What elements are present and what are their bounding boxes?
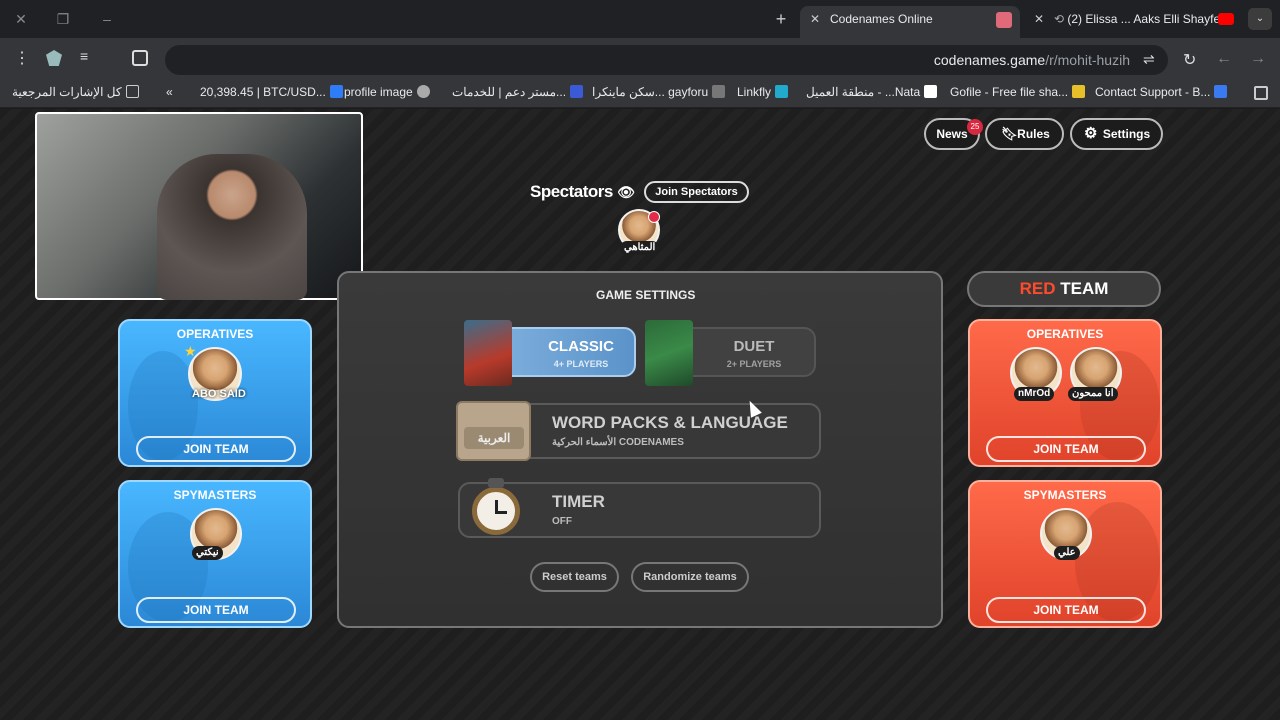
spectator-name: المثاهي [620,241,660,255]
join-blue-spymasters-button[interactable]: JOIN TEAM [136,597,296,623]
player-name: علي [1054,546,1080,560]
folder-icon [125,85,139,98]
card-title: OPERATIVES [176,327,254,341]
mode-players: 4+ PLAYERS [553,359,609,369]
game-settings-title: GAME SETTINGS [596,288,696,302]
bookmark-favicon-icon [712,85,726,98]
rules-button[interactable]: 🔖︎ Rules [985,118,1064,150]
language-flag: العربية [456,401,531,461]
bookmark-favicon-icon [1072,85,1086,98]
bookmarks-overflow-icon[interactable]: « [166,85,173,99]
join-red-operatives-button[interactable]: JOIN TEAM [986,436,1146,462]
red-spymasters-card: SPYMASTERS علي JOIN TEAM [968,480,1162,628]
bookmark-all[interactable]: كل الإشارات المرجعية [12,85,139,99]
join-spectators-button[interactable]: Join Spectators [644,181,749,203]
bookmark-favicon-icon [570,85,584,98]
bookmark-profile[interactable]: profile image [344,85,430,99]
classic-box-image [464,320,512,386]
tab-label: Codenames Online [830,12,933,26]
timer-title: TIMER [552,492,605,511]
bookmark-favicon-icon [329,85,343,98]
timer-value: OFF [552,516,572,527]
close-tab-icon[interactable]: ✕ [1034,6,1044,32]
bookmark-favicon-icon [924,85,938,98]
tab-codenames[interactable]: ✕ Codenames Online [800,6,1020,38]
bookmark-icon: 🔖︎ [1001,126,1018,141]
word-packs-subtitle: الأسماء الحركية CODENAMES [552,437,684,448]
bookmark-client[interactable]: منطقة العميل - ...Nata [806,85,938,99]
blue-operatives-card: OPERATIVES ★ ABO SAID JOIN TEAM [118,319,312,467]
news-badge: 25 [967,119,983,135]
blue-spymasters-card: SPYMASTERS نيكتي JOIN TEAM [118,480,312,628]
mode-name: CLASSIC [548,338,614,355]
player-name: nMrOd [1014,387,1055,401]
spectators-title: Spectators 👁︎ [530,182,635,201]
tab-search-icon[interactable]: ⌄ [1248,8,1272,30]
player-name: نيكتي [192,546,223,560]
mode-name: DUET [733,338,775,355]
browser-tabstrip: ✕ ❐ – + ✕ Codenames Online ✕ ⟲ (2) Eliss… [0,0,1280,38]
apps-grid-icon[interactable] [1254,86,1268,100]
restore-window-icon[interactable]: ❐ [54,10,72,28]
clock-hand [495,511,507,514]
webcam-overlay [35,112,363,300]
tab-label: ⟲ (2) Elissa ... Aaks Elli Shayfen [1054,12,1227,26]
settings-label: Settings [1102,127,1151,141]
eye-icon: 👁︎ [617,184,635,200]
card-title: SPYMASTERS [1023,488,1107,502]
extensions-icon[interactable] [132,50,148,66]
bookmark-favicon-icon [1214,85,1228,98]
player-name: انا ممحون [1068,387,1118,401]
card-title: SPYMASTERS [173,488,257,502]
globe-icon [416,85,430,98]
reset-teams-button[interactable]: Reset teams [530,562,619,592]
red-operatives-card: OPERATIVES nMrOd انا ممحون JOIN TEAM [968,319,1162,467]
gear-icon: ⚙ [1084,125,1098,142]
forward-icon[interactable]: → [1250,50,1266,68]
youtube-icon [1218,13,1234,25]
join-blue-operatives-button[interactable]: JOIN TEAM [136,436,296,462]
site-settings-icon[interactable]: ⇌ [1143,51,1155,68]
back-icon[interactable]: ← [1216,50,1232,68]
randomize-teams-button[interactable]: Randomize teams [631,562,749,592]
team-word: TEAM [1055,279,1109,298]
bookmark-btc[interactable]: 20,398.45 | BTC/USD... [200,85,343,99]
card-title: OPERATIVES [1026,327,1104,341]
minimize-window-icon[interactable]: – [98,10,116,28]
mode-players: 2+ PLAYERS [726,359,782,369]
bookmark-favicon-icon [775,85,789,98]
tab-youtube[interactable]: ✕ ⟲ (2) Elissa ... Aaks Elli Shayfen [1024,6,1244,38]
bookmark-minecraft[interactable]: سكن ماينكرا... gayforu [592,85,726,99]
menu-icon[interactable]: ⋮ [14,48,30,68]
red-word: RED [1019,279,1056,298]
bookmark-linkfly[interactable]: Linkfly [737,85,789,99]
shield-extension-icon[interactable] [46,50,62,66]
streamer-video [157,154,307,300]
close-tab-icon[interactable]: ✕ [810,6,820,32]
duet-box-image [645,320,693,386]
stopwatch-crown [488,478,504,488]
tab-favicon-icon [996,12,1012,28]
star-icon: ★ [184,343,197,359]
join-red-spymasters-button[interactable]: JOIN TEAM [986,597,1146,623]
new-tab-icon[interactable]: + [772,10,790,28]
language-label: العربية [464,427,524,449]
rules-label: Rules [1017,127,1050,141]
bookmark-support[interactable]: مستر دعم | للخدمات... [452,85,584,99]
settings-button[interactable]: ⚙ Settings [1070,118,1163,150]
reading-list-icon[interactable]: ≡ [80,48,88,64]
bookmark-contact[interactable]: Contact Support - B... [1095,85,1228,99]
bookmark-gofile[interactable]: Gofile - Free file sha... [950,85,1086,99]
player-name: ABO SAID [192,388,246,400]
red-team-title: RED TEAM [967,271,1161,307]
stopwatch-icon [472,487,520,535]
reload-icon[interactable]: ↻ [1183,50,1196,70]
heart-icon [648,211,660,223]
url-text: codenames.game/r/mohit-huzih [933,52,1130,68]
close-window-icon[interactable]: ✕ [12,10,30,28]
